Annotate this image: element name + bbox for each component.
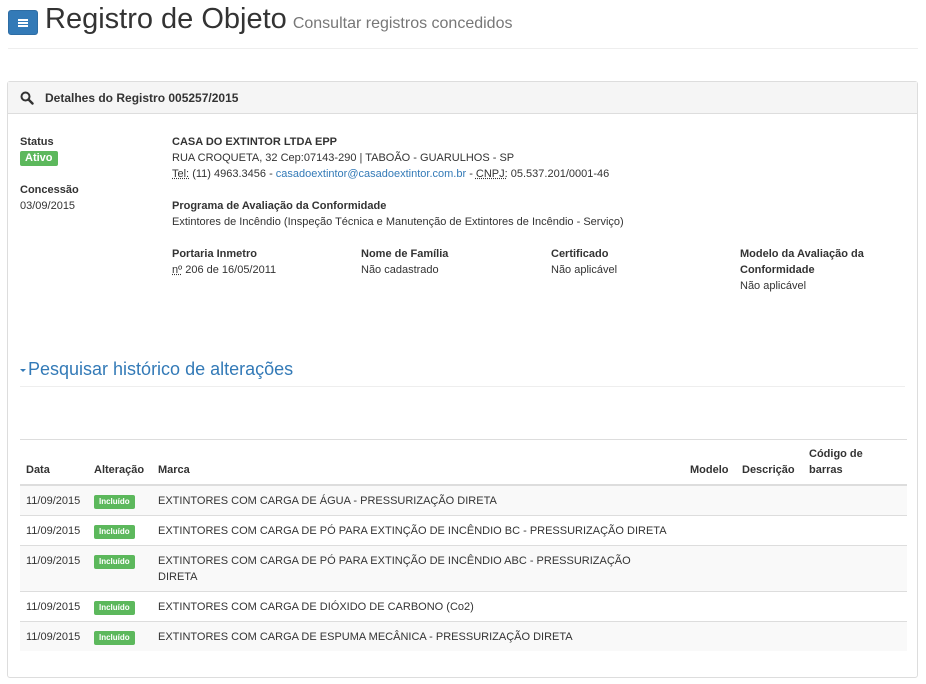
familia-label: Nome de Família xyxy=(361,248,449,260)
table-row: 11/09/2015 Incluído EXTINTORES COM CARGA… xyxy=(20,621,907,651)
cell-alteracao: Incluído xyxy=(88,515,152,546)
caret-down-icon xyxy=(20,369,26,372)
concessao-date: 03/09/2015 xyxy=(20,200,76,212)
cell-codigo xyxy=(803,545,907,592)
status-label: Status xyxy=(20,136,54,148)
portaria-value: 206 de 16/05/2011 xyxy=(185,264,277,276)
cell-alteracao: Incluído xyxy=(88,484,152,516)
cell-marca: EXTINTORES COM CARGA DE DIÓXIDO DE CARBO… xyxy=(152,591,684,622)
cell-modelo xyxy=(684,621,736,651)
cell-descricao xyxy=(736,515,803,546)
cell-codigo xyxy=(803,591,907,622)
cell-codigo xyxy=(803,484,907,516)
history-search-link[interactable]: Pesquisar histórico de alterações xyxy=(20,359,293,380)
company-name: CASA DO EXTINTOR LTDA EPP xyxy=(172,136,338,148)
programa-value: Extintores de Incêndio (Inspeção Técnica… xyxy=(172,216,624,228)
col-header-codigo-line1: Código de xyxy=(809,448,863,460)
hamburger-icon xyxy=(18,18,28,27)
certificado-value: Não aplicável xyxy=(551,264,618,276)
cell-data: 11/09/2015 xyxy=(20,545,88,592)
modelo-avaliacao-label-line1: Modelo da Avaliação da xyxy=(740,248,864,260)
concessao-label: Concessão xyxy=(20,184,79,196)
page-title: Registro de Objeto xyxy=(45,3,287,35)
cell-marca: EXTINTORES COM CARGA DE PÓ PARA EXTINÇÃO… xyxy=(152,545,684,592)
cell-modelo xyxy=(684,545,736,592)
menu-toggle-button[interactable] xyxy=(8,10,38,35)
search-icon xyxy=(20,91,34,105)
cell-codigo xyxy=(803,515,907,546)
status-value-wrap: Ativo xyxy=(20,151,58,166)
history-search-label: Pesquisar histórico de alterações xyxy=(28,359,294,379)
table-row: 11/09/2015 Incluído EXTINTORES COM CARGA… xyxy=(20,484,907,516)
portaria-label: Portaria Inmetro xyxy=(172,248,257,260)
cell-marca: EXTINTORES COM CARGA DE ÁGUA - PRESSURIZ… xyxy=(152,484,684,516)
alteracao-badge: Incluído xyxy=(94,601,135,615)
col-header-codigo: Código de barras xyxy=(803,439,907,486)
table-row: 11/09/2015 Incluído EXTINTORES COM CARGA… xyxy=(20,591,907,622)
status-badge: Ativo xyxy=(20,151,58,166)
familia-value: Não cadastrado xyxy=(361,264,439,276)
portaria-number-abbr: nº xyxy=(172,264,183,276)
cell-data: 11/09/2015 xyxy=(20,591,88,622)
history-table: Data Alteração Marca Modelo Descrição Có… xyxy=(20,439,907,651)
cell-alteracao: Incluído xyxy=(88,621,152,651)
portaria-value-wrap: nº 206 de 16/05/2011 xyxy=(172,264,276,276)
alteracao-badge: Incluído xyxy=(94,495,135,509)
table-header-row: Data Alteração Marca Modelo Descrição Có… xyxy=(20,439,907,486)
page-header: Registro de Objeto Consultar registros co… xyxy=(45,3,512,36)
col-header-modelo: Modelo xyxy=(684,439,736,486)
cell-alteracao: Incluído xyxy=(88,545,152,592)
email-link[interactable]: casadoextintor@casadoextintor.com.br xyxy=(276,168,466,180)
contact-separator: - xyxy=(469,168,473,180)
registro-details-panel: Detalhes do Registro 005257/2015 Status … xyxy=(7,81,918,678)
panel-heading-title: Detalhes do Registro 005257/2015 xyxy=(45,90,239,105)
cell-descricao xyxy=(736,545,803,592)
programa-label: Programa de Avaliação da Conformidade xyxy=(172,200,387,212)
cell-marca: EXTINTORES COM CARGA DE PÓ PARA EXTINÇÃO… xyxy=(152,515,684,546)
cell-data: 11/09/2015 xyxy=(20,621,88,651)
cell-data: 11/09/2015 xyxy=(20,484,88,516)
tel-value: (11) 4963.3456 xyxy=(192,168,266,180)
tel-label: Tel: xyxy=(172,168,190,180)
modelo-avaliacao-label-line2: Conformidade xyxy=(740,264,815,276)
cell-data: 11/09/2015 xyxy=(20,515,88,546)
alteracao-badge: Incluído xyxy=(94,631,135,645)
contact-separator: - xyxy=(269,168,273,180)
cnpj-label: CNPJ: xyxy=(475,168,508,180)
cell-descricao xyxy=(736,591,803,622)
cell-modelo xyxy=(684,515,736,546)
header-divider xyxy=(8,48,918,49)
company-address: RUA CROQUETA, 32 Cep:07143-290 | TABOÃO … xyxy=(172,152,515,164)
company-contact: Tel: (11) 4963.3456 - casadoextintor@cas… xyxy=(172,168,609,180)
col-header-alteracao: Alteração xyxy=(88,439,152,486)
col-header-codigo-line2: barras xyxy=(809,464,843,476)
cell-modelo xyxy=(684,484,736,516)
cell-descricao xyxy=(736,621,803,651)
alteracao-badge: Incluído xyxy=(94,555,135,569)
cnpj-value: 05.537.201/0001-46 xyxy=(510,168,610,180)
cell-alteracao: Incluído xyxy=(88,591,152,622)
cell-modelo xyxy=(684,591,736,622)
certificado-label: Certificado xyxy=(551,248,609,260)
cell-marca: EXTINTORES COM CARGA DE ESPUMA MECÂNICA … xyxy=(152,621,684,651)
panel-heading: Detalhes do Registro 005257/2015 xyxy=(8,82,917,114)
table-row: 11/09/2015 Incluído EXTINTORES COM CARGA… xyxy=(20,515,907,546)
history-divider xyxy=(20,386,905,387)
table-row: 11/09/2015 Incluído EXTINTORES COM CARGA… xyxy=(20,545,907,592)
modelo-avaliacao-value: Não aplicável xyxy=(740,280,807,292)
col-header-data: Data xyxy=(20,439,88,486)
col-header-marca: Marca xyxy=(152,439,684,486)
cell-codigo xyxy=(803,621,907,651)
cell-descricao xyxy=(736,484,803,516)
alteracao-badge: Incluído xyxy=(94,525,135,539)
page-subtitle: Consultar registros concedidos xyxy=(292,15,513,32)
col-header-descricao: Descrição xyxy=(736,439,803,486)
